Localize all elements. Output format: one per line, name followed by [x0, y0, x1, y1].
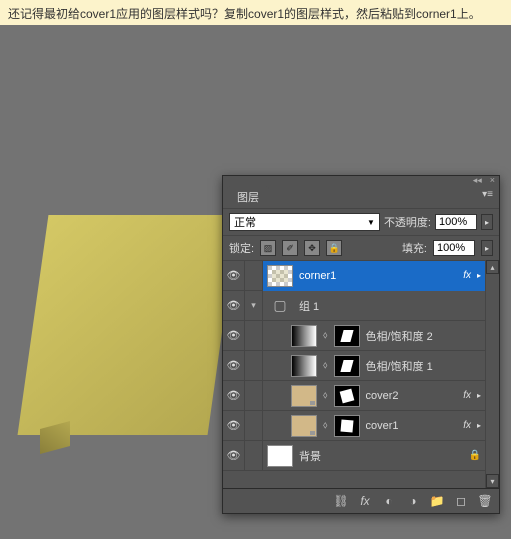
collapse-icon[interactable]: ◂◂: [473, 175, 482, 186]
panel-menu-icon[interactable]: ▾≡: [476, 186, 499, 208]
delete-button[interactable]: 🗑: [474, 492, 496, 510]
adjustment-button[interactable]: ◑: [402, 492, 424, 510]
close-icon[interactable]: ×: [490, 175, 495, 185]
document-preview: [18, 215, 239, 435]
eye-icon[interactable]: 👁: [223, 291, 245, 321]
lock-position-icon[interactable]: ✥: [304, 240, 320, 256]
eye-icon[interactable]: 👁: [223, 261, 245, 291]
hint-bar: 还记得最初给cover1应用的图层样式吗？复制cover1的图层样式，然后粘贴到…: [0, 0, 511, 28]
link-icon: ⬨: [323, 390, 328, 401]
fx-badge[interactable]: fx: [463, 390, 471, 401]
opacity-stepper[interactable]: ▸: [481, 214, 493, 230]
mask-button[interactable]: ◐: [378, 492, 400, 510]
folder-icon: ▢: [267, 295, 293, 317]
layer-name: corner1: [299, 270, 457, 282]
fx-expand-icon[interactable]: ▸: [477, 391, 481, 400]
layer-thumbnail: [291, 385, 317, 407]
group-toggle-icon[interactable]: ▾: [245, 291, 263, 321]
layer-row[interactable]: 👁 ⬨ cover1 fx ▸: [223, 410, 485, 440]
mask-thumbnail: [334, 415, 360, 437]
opacity-input[interactable]: 100%: [435, 214, 477, 230]
mask-thumbnail: [334, 385, 360, 407]
scroll-up-icon[interactable]: ▴: [486, 260, 499, 274]
link-layers-button[interactable]: ⛓: [330, 492, 352, 510]
layer-name: cover2: [366, 390, 458, 402]
layer-name: 色相/饱和度 2: [366, 328, 482, 344]
layer-thumbnail: [267, 265, 293, 287]
fx-expand-icon[interactable]: ▸: [477, 421, 481, 430]
layer-thumbnail: [291, 415, 317, 437]
lock-label: 锁定:: [229, 240, 254, 256]
link-icon: ⬨: [323, 330, 328, 341]
layer-row[interactable]: 👁 ⬨ 色相/饱和度 1: [223, 350, 485, 380]
lock-transparent-icon[interactable]: ▨: [260, 240, 276, 256]
layer-name: 组 1: [299, 298, 481, 314]
fx-badge[interactable]: fx: [463, 420, 471, 431]
fill-stepper[interactable]: ▸: [481, 240, 493, 256]
link-icon: ⬨: [323, 420, 328, 431]
layer-row[interactable]: 👁 ▾ ▢ 组 1: [223, 290, 485, 320]
eye-icon[interactable]: 👁: [223, 381, 245, 411]
scroll-down-icon[interactable]: ▾: [486, 474, 499, 488]
layer-thumbnail: [291, 355, 317, 377]
lock-all-icon[interactable]: 🔒: [326, 240, 342, 256]
fx-button[interactable]: fx: [354, 492, 376, 510]
fx-expand-icon[interactable]: ▸: [477, 271, 481, 280]
layer-name: 背景: [299, 448, 463, 464]
layers-tab[interactable]: 图层: [227, 186, 269, 208]
layer-row[interactable]: 👁 corner1 fx ▸: [223, 260, 485, 290]
eye-icon[interactable]: 👁: [223, 411, 245, 441]
scrollbar[interactable]: ▴ ▾: [485, 260, 499, 488]
layer-name: cover1: [366, 420, 458, 432]
mask-thumbnail: [334, 325, 360, 347]
chevron-down-icon: ▼: [367, 218, 375, 227]
layer-list: 👁 corner1 fx ▸ 👁 ▾ ▢ 组 1 👁: [223, 260, 485, 488]
opacity-label: 不透明度:: [384, 214, 431, 230]
layer-thumbnail: [291, 325, 317, 347]
link-col[interactable]: [245, 261, 263, 291]
fx-badge[interactable]: fx: [463, 270, 471, 281]
eye-icon[interactable]: 👁: [223, 441, 245, 471]
new-layer-button[interactable]: ◻: [450, 492, 472, 510]
group-button[interactable]: 📁: [426, 492, 448, 510]
layer-row[interactable]: 👁 ⬨ 色相/饱和度 2: [223, 320, 485, 350]
eye-icon[interactable]: 👁: [223, 351, 245, 381]
layers-panel: ◂◂ × 图层 ▾≡ 正常 ▼ 不透明度: 100% ▸ 锁定: ▨ ✐ ✥ 🔒…: [222, 175, 500, 514]
panel-footer: ⛓ fx ◐ ◑ 📁 ◻ 🗑: [223, 488, 499, 513]
link-col[interactable]: [245, 441, 263, 471]
blend-mode-value: 正常: [234, 214, 256, 230]
link-icon: ⬨: [323, 360, 328, 371]
fill-label: 填充:: [402, 240, 427, 256]
fill-input[interactable]: 100%: [433, 240, 475, 256]
layer-row[interactable]: 👁 背景 🔒: [223, 440, 485, 470]
link-col[interactable]: [245, 321, 263, 351]
layer-thumbnail: [267, 445, 293, 467]
blend-mode-select[interactable]: 正常 ▼: [229, 213, 380, 231]
panel-topbar: ◂◂ ×: [223, 176, 499, 184]
layer-name: 色相/饱和度 1: [366, 358, 482, 374]
link-col[interactable]: [245, 381, 263, 411]
mask-thumbnail: [334, 355, 360, 377]
link-col[interactable]: [245, 351, 263, 381]
lock-icon: 🔒: [469, 450, 481, 461]
lock-pixels-icon[interactable]: ✐: [282, 240, 298, 256]
layer-row[interactable]: 👁 ⬨ cover2 fx ▸: [223, 380, 485, 410]
eye-icon[interactable]: 👁: [223, 321, 245, 351]
link-col[interactable]: [245, 411, 263, 441]
